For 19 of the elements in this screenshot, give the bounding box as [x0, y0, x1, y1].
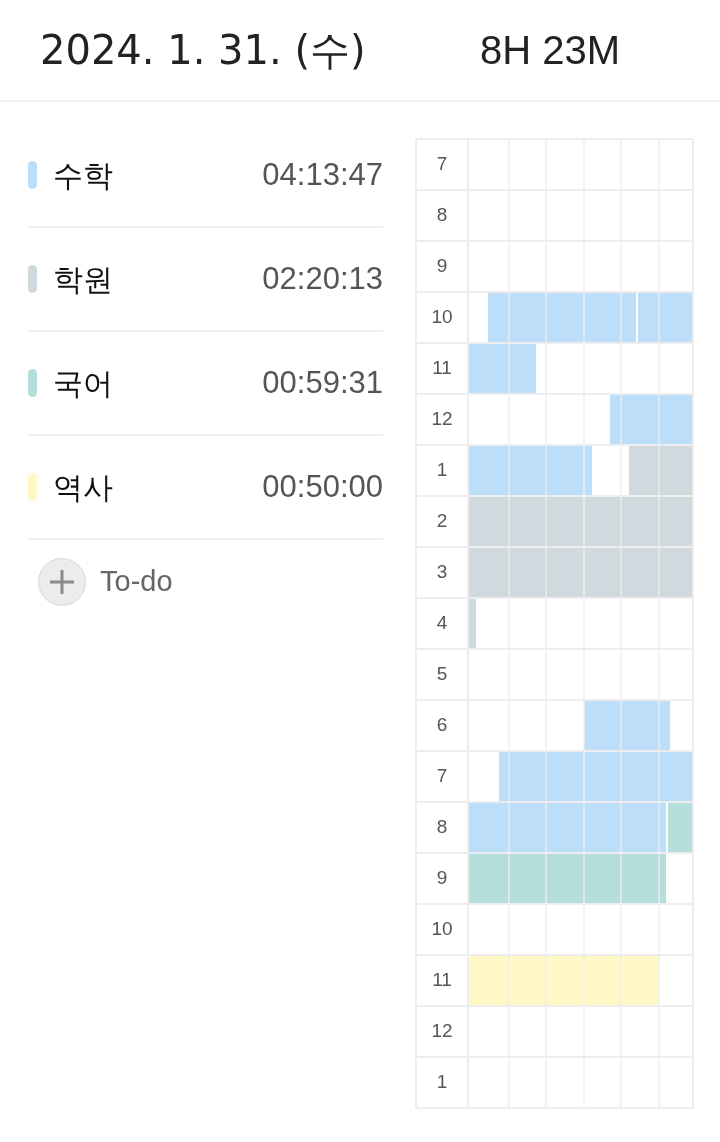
subject-time: 00:50:00	[262, 467, 383, 506]
subject-time: 04:13:47	[262, 155, 383, 194]
subject-time: 00:59:31	[262, 363, 383, 402]
total-study-time: 8H 23M	[480, 27, 621, 74]
study-time-block	[469, 599, 477, 648]
subject-name: 수학	[53, 156, 113, 195]
subject-name: 역사	[53, 468, 113, 507]
add-todo-button[interactable]: To-do	[38, 558, 173, 606]
study-time-block	[469, 344, 536, 393]
subject-time: 02:20:13	[262, 259, 383, 298]
subject-row[interactable]: 국어 00:59:31	[28, 332, 383, 436]
date-title: 2024. 1. 31. (수)	[40, 26, 367, 75]
subject-row[interactable]: 역사 00:50:00	[28, 436, 383, 540]
plus-icon	[38, 558, 86, 606]
subject-name: 국어	[53, 364, 113, 403]
study-time-block	[628, 446, 692, 495]
subject-name: 학원	[53, 260, 113, 299]
subject-row[interactable]: 학원 02:20:13	[28, 228, 383, 332]
subject-row[interactable]: 수학 04:13:47	[28, 124, 383, 228]
